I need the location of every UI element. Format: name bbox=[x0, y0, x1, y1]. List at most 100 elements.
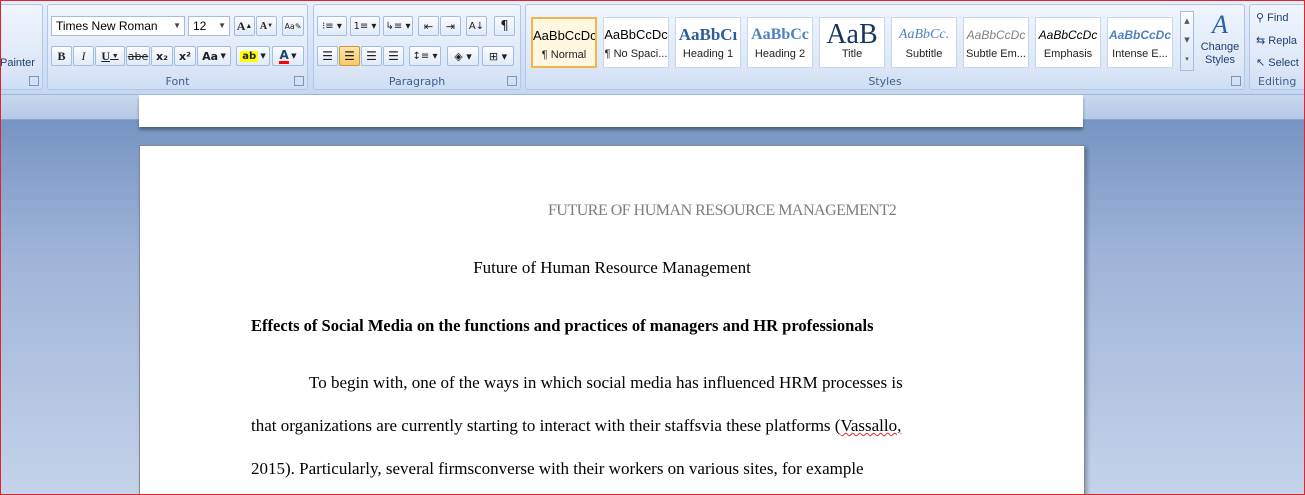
paragraph-group-label: Paragraph bbox=[388, 75, 446, 88]
sort-button[interactable]: A↓ bbox=[466, 16, 487, 36]
decrease-indent-button[interactable]: ⇤ bbox=[418, 16, 439, 36]
style-tile-intense-e[interactable]: AaBbCcDc Intense E... bbox=[1107, 17, 1173, 68]
style-tile-heading-2[interactable]: AaBbCc Heading 2 bbox=[747, 17, 813, 68]
style-name: Subtitle bbox=[905, 48, 943, 60]
align-center-button[interactable]: ☰ bbox=[339, 46, 360, 66]
italic-button[interactable]: I bbox=[73, 46, 94, 66]
editing-group-label: Editing bbox=[1258, 75, 1297, 88]
bullets-button[interactable]: ⁝≡ ▾ bbox=[317, 16, 347, 36]
paragraph-group: ⁝≡ ▾ 1≡ ▾ ↳≡ ▾ ⇤ ⇥ A↓ ¶ ☰ ☰ ☰ ☰ ↕≡ ▾ ◈ ▾… bbox=[313, 4, 521, 90]
font-size-combo[interactable]: 12 ▼ bbox=[188, 16, 230, 36]
clear-formatting-button[interactable]: Aa✎ bbox=[282, 16, 304, 36]
grow-font-button[interactable]: A ▲ bbox=[234, 16, 255, 36]
format-painter-button[interactable]: Painter bbox=[1, 57, 35, 69]
underline-icon: U bbox=[101, 48, 110, 63]
style-tile-no-spaci[interactable]: AaBbCcDc ¶ No Spaci... bbox=[603, 17, 669, 68]
change-case-button[interactable]: Aa ▼ bbox=[197, 46, 231, 66]
style-name: ¶ No Spaci... bbox=[604, 48, 668, 60]
font-group: Times New Roman ▼ 12 ▼ A ▲ A ▼ Aa✎ B I U… bbox=[47, 4, 308, 90]
increase-indent-button[interactable]: ⇥ bbox=[440, 16, 461, 36]
style-tile-subtle-em[interactable]: AaBbCcDc Subtle Em... bbox=[963, 17, 1029, 68]
font-color-button[interactable]: A ▼ bbox=[272, 46, 304, 66]
grow-font-icon: A bbox=[236, 18, 246, 33]
style-tile-title[interactable]: AaB Title bbox=[819, 17, 885, 68]
find-label: Find bbox=[1267, 12, 1289, 24]
style-sample: AaBbCcDc bbox=[533, 28, 595, 43]
underline-button[interactable]: U ▼ bbox=[95, 46, 125, 66]
font-launcher-icon[interactable] bbox=[294, 76, 304, 86]
increase-indent-icon: ⇥ bbox=[445, 19, 456, 33]
style-name: Heading 2 bbox=[754, 48, 806, 60]
strikethrough-button[interactable]: abe bbox=[126, 46, 150, 66]
find-button[interactable]: ⚲ Find bbox=[1256, 11, 1289, 24]
borders-icon: ⊞ ▾ bbox=[488, 49, 508, 63]
justify-icon: ☰ bbox=[388, 49, 399, 63]
bullets-icon: ⁝≡ ▾ bbox=[322, 20, 342, 32]
replace-button[interactable]: ⇆ Repla bbox=[1256, 34, 1297, 47]
previous-page bbox=[139, 95, 1083, 127]
align-left-button[interactable]: ☰ bbox=[317, 46, 338, 66]
multilevel-list-button[interactable]: ↳≡ ▾ bbox=[383, 16, 413, 36]
styles-gallery-scroller[interactable]: ▲ ▼ ▾ bbox=[1180, 11, 1194, 71]
style-name: ¶ Normal bbox=[541, 49, 587, 61]
style-name: Heading 1 bbox=[682, 48, 734, 60]
paragraph-launcher-icon[interactable] bbox=[507, 76, 517, 86]
spelling-error-word[interactable]: Vassallo, bbox=[840, 416, 901, 435]
style-tile-heading-1[interactable]: AaBbCı Heading 1 bbox=[675, 17, 741, 68]
bold-icon: B bbox=[57, 48, 66, 63]
style-tile-subtitle[interactable]: AaBbCc. Subtitle bbox=[891, 17, 957, 68]
paint-bucket-icon: ◈ ▾ bbox=[454, 49, 472, 63]
style-sample: AaBbCcDc bbox=[1038, 28, 1098, 42]
strikethrough-icon: abe bbox=[127, 49, 149, 63]
multilevel-list-icon: ↳≡ ▾ bbox=[385, 20, 411, 32]
line-spacing-button[interactable]: ↕≡ ▾ bbox=[409, 46, 441, 66]
align-center-icon: ☰ bbox=[344, 49, 355, 63]
change-styles-label: Change Styles bbox=[1200, 41, 1240, 66]
change-styles-button[interactable]: A Change Styles bbox=[1198, 9, 1242, 75]
document-page[interactable]: FUTURE OF HUMAN RESOURCE MANAGEMENT2 Fut… bbox=[139, 145, 1085, 494]
change-styles-icon: A bbox=[1212, 10, 1228, 39]
align-left-icon: ☰ bbox=[322, 49, 333, 63]
style-sample: AaBbCcDc bbox=[1108, 28, 1171, 42]
body-line-2-text: that organizations are currently startin… bbox=[251, 416, 841, 435]
page-header: FUTURE OF HUMAN RESOURCE MANAGEMENT2 bbox=[548, 202, 897, 219]
cursor-icon: ↖ bbox=[1256, 57, 1266, 69]
style-name: Intense E... bbox=[1112, 48, 1168, 60]
binoculars-icon: ⚲ bbox=[1256, 12, 1265, 24]
highlight-button[interactable]: ab ▼ bbox=[236, 46, 270, 66]
select-button[interactable]: ↖ Select bbox=[1256, 56, 1299, 69]
borders-button[interactable]: ⊞ ▾ bbox=[482, 46, 514, 66]
styles-group: AaBbCcDc ¶ Normal AaBbCcDc ¶ No Spaci... AaB… bbox=[525, 4, 1245, 90]
body-line-2: that organizations are currently startin… bbox=[251, 416, 901, 436]
italic-icon: I bbox=[81, 48, 86, 63]
replace-label: Repla bbox=[1268, 35, 1298, 47]
style-tile-emphasis[interactable]: AaBbCcDc Emphasis bbox=[1035, 17, 1101, 68]
document-area[interactable]: FUTURE OF HUMAN RESOURCE MANAGEMENT2 Fut… bbox=[1, 95, 1304, 494]
numbering-button[interactable]: 1≡ ▾ bbox=[350, 16, 380, 36]
body-line-3: 2015). Particularly, several firmsconver… bbox=[251, 459, 864, 478]
bold-button[interactable]: B bbox=[51, 46, 72, 66]
sort-icon: A↓ bbox=[468, 20, 485, 32]
align-right-button[interactable]: ☰ bbox=[361, 46, 382, 66]
pilcrow-icon: ¶ bbox=[500, 18, 509, 34]
font-name-combo[interactable]: Times New Roman ▼ bbox=[51, 16, 185, 36]
style-sample: AaB bbox=[826, 19, 878, 48]
clipboard-group: Painter bbox=[1, 4, 43, 90]
subscript-icon: x₂ bbox=[156, 49, 168, 63]
shading-button[interactable]: ◈ ▾ bbox=[447, 46, 479, 66]
style-tile-normal[interactable]: AaBbCcDc ¶ Normal bbox=[531, 17, 597, 68]
superscript-icon: x² bbox=[179, 49, 191, 63]
superscript-button[interactable]: x² bbox=[174, 46, 196, 66]
styles-group-label: Styles bbox=[868, 75, 902, 88]
clipboard-launcher-icon[interactable] bbox=[29, 76, 39, 86]
show-formatting-button[interactable]: ¶ bbox=[494, 16, 515, 36]
styles-launcher-icon[interactable] bbox=[1231, 76, 1241, 86]
shrink-font-button[interactable]: A ▼ bbox=[256, 16, 277, 36]
numbering-icon: 1≡ ▾ bbox=[353, 20, 377, 32]
justify-button[interactable]: ☰ bbox=[383, 46, 404, 66]
editing-group: ⚲ Find ⇆ Repla ↖ Select Editing bbox=[1249, 4, 1304, 90]
line-spacing-icon: ↕≡ ▾ bbox=[412, 50, 438, 62]
font-name-value: Times New Roman bbox=[56, 19, 158, 33]
subscript-button[interactable]: x₂ bbox=[151, 46, 173, 66]
section-heading: Effects of Social Media on the functions… bbox=[251, 316, 874, 335]
